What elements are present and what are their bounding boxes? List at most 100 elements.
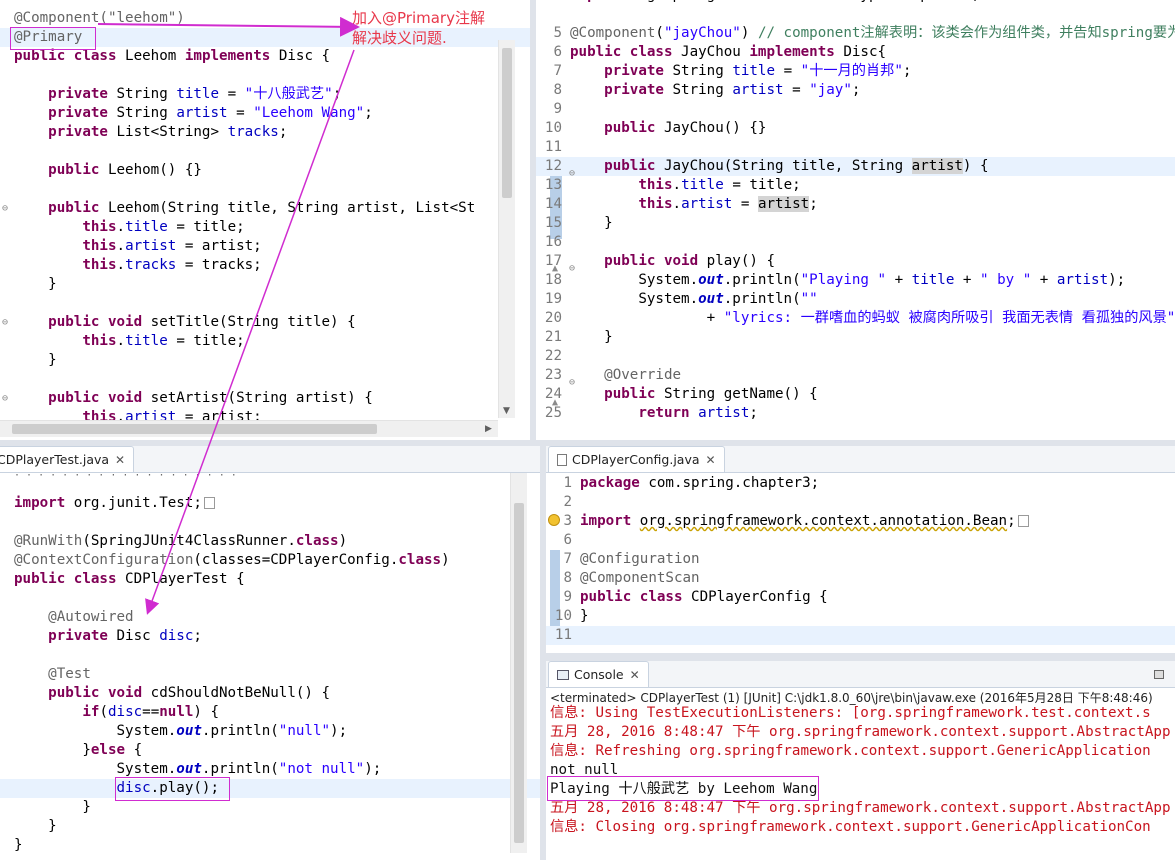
console-line: 信息: Closing org.springframework.context.… xyxy=(550,819,1151,835)
code-line: this.title = title; xyxy=(82,219,245,235)
code-line: disc.play(); xyxy=(0,779,540,798)
code-line: 10} xyxy=(554,608,589,624)
code-line: 1 package com.spring.chapter3; xyxy=(563,475,820,491)
code-line: }else { xyxy=(14,742,143,758)
annotation-note: 加入@Primary注解 解决歧义问题. xyxy=(352,8,485,48)
play-call-highlight-box xyxy=(115,777,230,801)
scroll-right-icon[interactable]: ▶ xyxy=(485,424,492,434)
code-line: this.tracks = tracks; xyxy=(82,257,262,273)
code-line: 12 public JayChou(String title, String a… xyxy=(536,157,1175,176)
code-line: @Test xyxy=(48,666,91,682)
code-line: } xyxy=(14,276,57,292)
code-line: 23 @Override xyxy=(544,367,682,383)
collapsed-import-icon[interactable] xyxy=(1017,515,1029,527)
jaychou-editor[interactable]: 3import org.springframework.stereotype.C… xyxy=(536,0,1175,440)
console-line: 五月 28, 2016 8:48:47 下午 org.springframewo… xyxy=(550,800,1171,816)
fold-icon[interactable]: ⊖ xyxy=(569,168,575,179)
code-line: 10 public JayChou() {} xyxy=(544,120,767,136)
override-icon: ▲ xyxy=(552,263,559,274)
code-line: 2 xyxy=(563,494,572,510)
code-line: 7 private String title = "十一月的肖邦"; xyxy=(553,63,912,79)
console-line: 信息: Using TestExecutionListeners: [org.s… xyxy=(550,705,1151,721)
code-line: 6 xyxy=(563,532,572,548)
vertical-scrollbar[interactable] xyxy=(510,473,527,853)
code-line: 9 public class CDPlayerConfig { xyxy=(563,589,828,605)
cdplayertest-code: import org.junit.Test; @RunWith(SpringJU… xyxy=(0,494,540,855)
code-line: 17 public void play() { xyxy=(544,253,776,269)
tab-cdplayerconfig[interactable]: CDPlayerConfig.java ✕ xyxy=(548,446,725,472)
code-line: this.title = title; xyxy=(82,333,245,349)
code-line: private Disc disc; xyxy=(48,628,202,644)
leehom-code: @Component("leehom") @Primary public cla… xyxy=(0,9,530,427)
fold-icon[interactable]: ⊖ xyxy=(569,263,575,274)
code-line: } xyxy=(14,837,23,853)
code-line: public Leehom() {} xyxy=(48,162,202,178)
tab-console[interactable]: Console ✕ xyxy=(548,661,649,687)
code-line: if(disc==null) { xyxy=(82,704,220,720)
scroll-down-icon[interactable]: ▼ xyxy=(503,406,510,416)
code-line: private String artist = "Leehom Wang"; xyxy=(48,105,373,121)
console-output-highlight-box xyxy=(547,776,819,801)
code-line: 13 this.title = title; xyxy=(544,177,801,193)
console-icon xyxy=(557,670,569,680)
warning-icon[interactable] xyxy=(548,514,560,526)
code-line: private String title = "十八般武艺"; xyxy=(48,86,342,102)
code-line: @ContextConfiguration(classes=CDPlayerCo… xyxy=(14,552,450,568)
annotation-note-line-2: 解决歧义问题. xyxy=(352,29,447,47)
code-line: 14 this.artist = artist; xyxy=(544,196,818,212)
code-line: } xyxy=(14,818,57,834)
tab-label: CDPlayerConfig.java xyxy=(572,452,700,467)
code-line: 7 @Configuration xyxy=(563,551,700,567)
tab-label: Console xyxy=(574,667,624,682)
code-line: public class CDPlayerTest { xyxy=(14,571,245,587)
code-line: 21 } xyxy=(544,329,613,345)
horizontal-scrollbar[interactable] xyxy=(0,420,498,437)
collapsed-import-icon[interactable] xyxy=(203,497,215,509)
close-icon[interactable]: ✕ xyxy=(115,453,125,467)
console-line: 信息: Refreshing org.springframework.conte… xyxy=(550,743,1151,759)
fold-icon[interactable]: ⊖ xyxy=(2,317,8,328)
code-line: 9 xyxy=(553,101,562,117)
close-icon[interactable]: ✕ xyxy=(706,453,716,467)
code-line: 20 + "lyrics: 一群嗜血的蚂蚁 被腐肉所吸引 我面无表情 看孤独的风… xyxy=(544,310,1175,326)
cdplayerconfig-editor[interactable]: 1 package com.spring.chapter3; 2 3 import … xyxy=(546,473,1175,653)
code-line: 8 @ComponentScan xyxy=(563,570,700,586)
code-line: 22 xyxy=(544,348,562,364)
leehom-editor[interactable]: @Component("leehom") @Primary public cla… xyxy=(0,0,530,440)
fold-icon[interactable]: ⊖ xyxy=(2,393,8,404)
code-line: 16 xyxy=(544,234,562,250)
cdplayerconfig-code: 1 package com.spring.chapter3; 2 3 import … xyxy=(546,474,1175,645)
code-line: import org.junit.Test; xyxy=(0,494,540,513)
code-line: public void setArtist(String artist) { xyxy=(48,390,373,406)
code-line: 11 xyxy=(544,139,562,155)
fold-icon[interactable]: ⊖ xyxy=(569,377,575,388)
console-view[interactable]: <terminated> CDPlayerTest (1) [JUnit] C:… xyxy=(546,688,1175,860)
primary-highlight-box xyxy=(10,27,96,50)
code-line: @Autowired xyxy=(48,609,134,625)
code-line: 6 public class JayChou implements Disc{ xyxy=(553,44,887,60)
code-line: } xyxy=(14,352,57,368)
override-icon: ▲ xyxy=(552,397,559,408)
cdplayertest-editor[interactable]: · · · · · · · · · · · · · · · · · · · im… xyxy=(0,473,540,860)
minimize-icon[interactable] xyxy=(1154,670,1164,679)
fold-icon[interactable]: ⊖ xyxy=(2,203,8,214)
code-line: public Leehom(String title, String artis… xyxy=(48,200,476,216)
code-line: 18 System.out.println("Playing " + title… xyxy=(544,272,1126,288)
code-line: 8 private String artist = "jay"; xyxy=(553,82,861,98)
code-line: 5 @Component("jayChou") // component注解表明：… xyxy=(553,25,1175,41)
tab-cdplayertest[interactable]: CDPlayerTest.java ✕ xyxy=(0,446,135,472)
vertical-scrollbar[interactable] xyxy=(498,40,515,418)
annotation-note-line-1: 加入@Primary注解 xyxy=(352,9,485,27)
code-line: 24 public String getName() { xyxy=(544,386,818,402)
code-line: } xyxy=(14,799,91,815)
close-icon[interactable]: ✕ xyxy=(630,668,640,682)
code-line: private List<String> tracks; xyxy=(48,124,288,140)
code-line: @RunWith(SpringJUnit4ClassRunner.class) xyxy=(14,533,348,549)
